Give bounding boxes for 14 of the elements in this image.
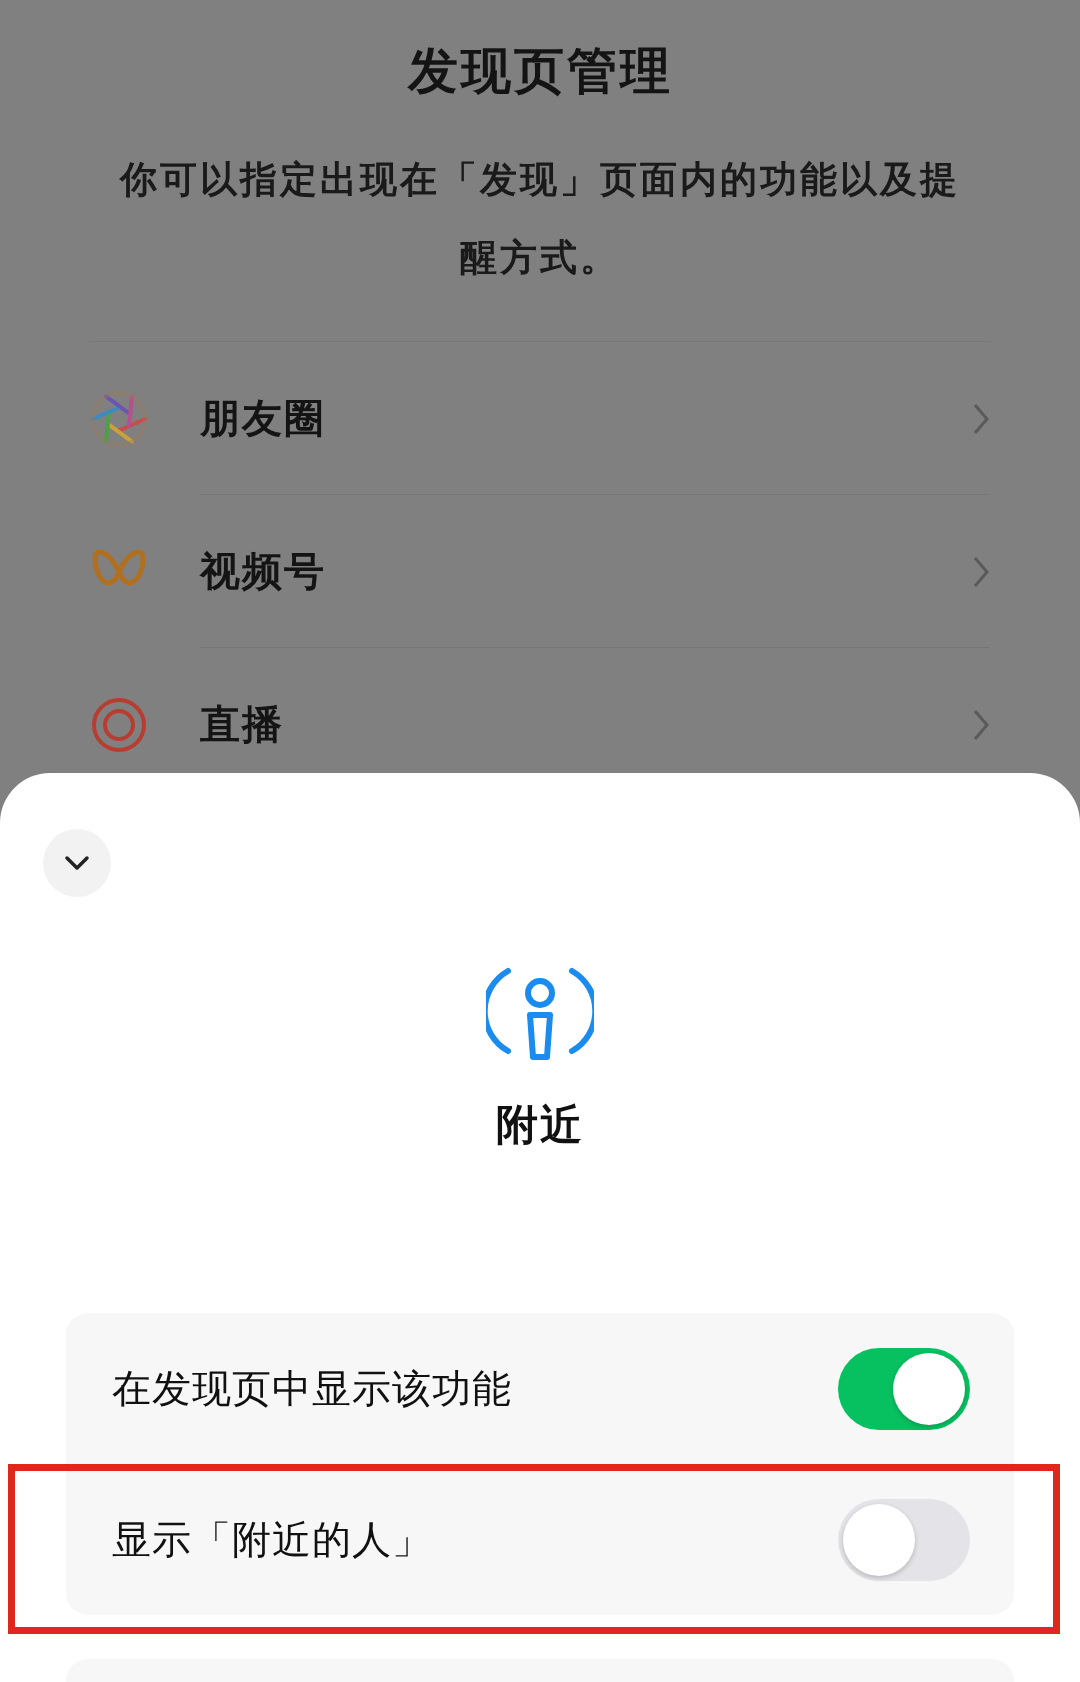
feature-label[interactable]: 视频号: [200, 544, 972, 599]
page-title: 发现页管理: [407, 41, 673, 102]
page-description: 你可以指定出现在「发现」页面内的功能以及提醒方式。: [118, 157, 961, 281]
feature-label[interactable]: 直播: [200, 697, 972, 752]
target-icon: [90, 695, 148, 754]
chevron-right-icon: [972, 554, 990, 589]
sheet-title: 附近: [496, 1099, 584, 1151]
aperture-icon: [90, 389, 148, 448]
chevron-down-icon: [64, 855, 90, 871]
chevron-right-icon: [972, 401, 990, 436]
feature-label[interactable]: 朋友圈: [200, 391, 972, 446]
setting-label: 显示「附近的人」: [112, 1515, 433, 1564]
setting-label: 在发现页中显示该功能: [112, 1364, 513, 1413]
chevron-right-icon: [972, 707, 990, 742]
